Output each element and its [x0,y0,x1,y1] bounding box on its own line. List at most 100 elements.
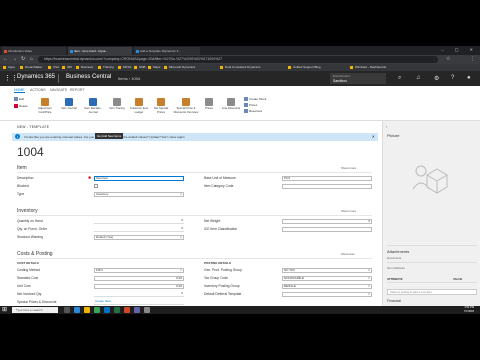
price-discount-overview-action[interactable]: Special Price & Discounts Overview [172,98,200,114]
bookmark[interactable]: Microsoft Dynamics [164,65,195,69]
special-prices-action[interactable]: Set Special Prices [150,98,172,114]
documents-link[interactable]: Documents [387,256,401,260]
edge-icon[interactable] [74,307,80,313]
item-journal-action[interactable]: Item Journal [58,98,80,111]
attachments-title[interactable]: Attachments [387,249,409,254]
chrome-icon[interactable] [94,307,100,313]
stockout-warning-select[interactable]: Default (Yes) [94,235,184,240]
section-costs-title[interactable]: Costs & Posting [17,251,53,257]
ribbon-tab-home[interactable]: HOME [14,88,25,93]
search-icon[interactable]: ⌕ [398,75,401,82]
financial-title[interactable]: Financial [387,299,401,303]
forward-icon[interactable]: → [12,56,17,62]
powerpoint-icon[interactable] [124,307,130,313]
bookmark[interactable]: Training [98,65,114,69]
show-less-link[interactable]: Show less [341,252,355,256]
prices-small-action[interactable]: Prices [244,103,257,107]
unit-cost-field[interactable]: 0.00 [94,284,184,289]
gen-prod-posting-group-select[interactable]: NO TAX [282,268,372,273]
base-uom-field[interactable]: PCS [282,176,372,181]
prices-action[interactable]: Prices [198,98,220,111]
browser-tab-active[interactable]: Item - Item Card - Dyna... [68,47,132,55]
app-name[interactable]: Business Central [66,74,111,80]
item-tracing-action[interactable]: Item Tracing [106,98,128,111]
outlook-icon[interactable] [104,307,110,313]
qty-on-purch-order-field[interactable]: 0 [94,227,184,232]
collapse-factbox-icon[interactable]: ‹ [386,124,387,129]
field-label: Gen. Prod. Posting Group [204,268,242,272]
bookmark[interactable]: Unified Support Blog [288,65,321,69]
qty-on-hand-field[interactable]: 0 [94,219,184,224]
user-icon[interactable]: ● [467,75,471,81]
add-attribute-input[interactable]: Select a setting to add a new item [387,289,477,295]
browser-tab[interactable]: Add a Template (Dynamics 3... [134,47,200,55]
back-icon[interactable]: ← [3,56,8,62]
deferral-template-select[interactable] [282,292,372,297]
adjust-cost-action[interactable]: Adjust Item Cost/Price [34,98,56,114]
picture-title[interactable]: Picture [387,133,399,138]
system-clock[interactable]: 4:52 PM 7/7/2018 [464,306,474,314]
close-icon[interactable]: ✕ [372,134,375,139]
special-prices-link[interactable]: Create New... [94,300,184,305]
app-icon[interactable] [144,307,150,313]
show-more-link[interactable]: Show more [341,209,356,213]
ribbon-tab-navigate[interactable]: NAVIGATE [50,88,67,92]
item-category-field[interactable] [282,184,372,189]
edit-action[interactable]: Edit [14,97,24,101]
reserved-action[interactable]: Reserved [244,109,262,113]
delete-action[interactable]: Delete [14,104,28,108]
bookmark[interactable]: Apps [3,65,15,69]
explorer-icon[interactable] [84,307,90,313]
inventory-posting-group-select[interactable]: RESALE [282,284,372,289]
breadcrumb[interactable]: Items › 1004 [118,76,140,81]
browser-tab[interactable]: Introduction Video [2,47,66,55]
classification-field[interactable] [282,227,372,232]
windows-start-icon[interactable]: ⊞ [2,307,7,313]
bookmark[interactable]: Windows - Dashboards [350,65,386,69]
teams-icon[interactable] [134,307,140,313]
create-stock-action[interactable]: Create Stock [244,97,266,101]
bookmark-star-icon[interactable]: ☆ [446,56,450,62]
item-attributes-title[interactable]: Item Attributes [387,266,405,270]
browser-menu-icon[interactable]: ⋮ [470,56,475,62]
home-icon[interactable]: ⌂ [30,56,33,62]
address-bar[interactable]: https://businesscentral.dynamics.com/?co… [38,56,438,63]
standard-cost-field[interactable]: 0.00 [94,276,184,281]
costing-method-select[interactable]: FIFO [94,268,184,273]
stock-icon [244,97,248,101]
taskbar-search[interactable]: Type here to search [12,307,58,313]
bookmark[interactable]: MFSS [118,65,131,69]
blocked-checkbox[interactable] [94,184,98,188]
window-controls[interactable]: – ▢ ✕ [441,47,478,52]
task-view-icon[interactable] [64,307,70,313]
net-weight-field[interactable]: 0 [282,219,372,224]
type-select[interactable]: Inventory [94,192,184,197]
gear-icon[interactable]: ⚙ [434,75,439,82]
net-invoiced-qty-field[interactable]: 0 [94,292,184,297]
bookmark[interactable]: CSA [48,65,59,69]
section-inventory-title[interactable]: Inventory [17,208,38,214]
section-item-title[interactable]: Item [17,165,27,171]
bookmark[interactable]: DreamMaker [20,65,42,69]
ledger-action[interactable]: Customer Item Ledger [128,98,150,114]
bell-icon[interactable]: ♫ [416,75,421,81]
line-discounts-action[interactable]: Line Discounts [220,98,242,111]
product-name[interactable]: Dynamics 365 [17,74,55,80]
environment-box[interactable]: Environment Sandbox [330,73,386,84]
bookmark[interactable]: SMB [134,65,146,69]
help-icon[interactable]: ? [451,75,454,81]
reload-icon[interactable]: ↻ [21,56,25,62]
app-launcher-icon[interactable]: ⋮⋮ [4,75,18,82]
bookmark[interactable]: Business [76,65,93,69]
bookmark[interactable]: Maps [148,65,160,69]
field-label: Blocked [17,184,29,188]
bookmark[interactable]: 365 [62,65,72,69]
description-field[interactable]: Test Item [94,176,184,181]
show-more-link[interactable]: Show more [341,166,356,170]
ribbon-tab-report[interactable]: REPORT [70,88,85,92]
tax-group-select[interactable]: NONTAXABLE [282,276,372,281]
ribbon-tab-actions[interactable]: ACTIONS [30,88,46,92]
excel-icon[interactable] [114,307,120,313]
reclass-journal-action[interactable]: Item Reclass. Journal [82,98,104,114]
bookmark[interactable]: Dual Consultant Dynamics [220,65,260,69]
